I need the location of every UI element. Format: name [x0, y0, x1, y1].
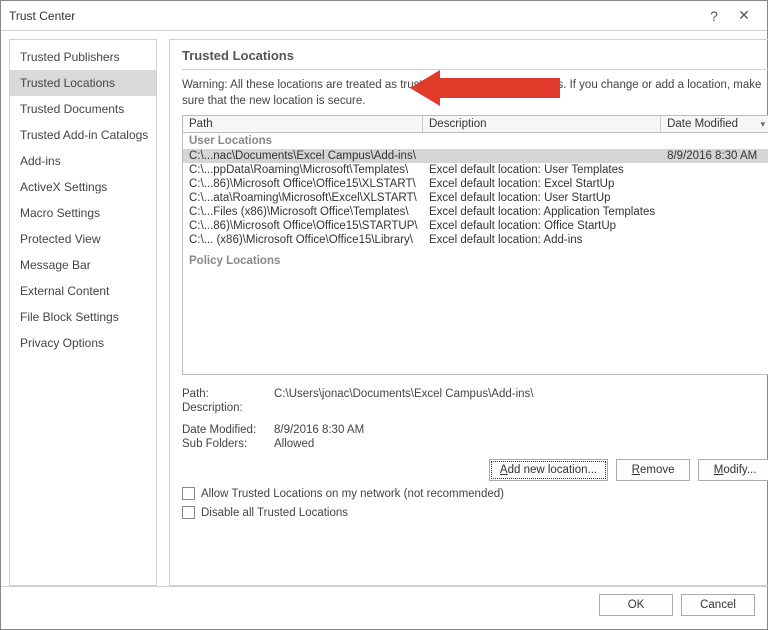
cell-path: C:\... (x86)\Microsoft Office\Office15\L…	[183, 233, 423, 247]
cell-path: C:\...ata\Roaming\Microsoft\Excel\XLSTAR…	[183, 191, 423, 205]
dialog-body: Trusted PublishersTrusted LocationsTrust…	[1, 31, 767, 586]
cell-description: Excel default location: Application Temp…	[423, 205, 661, 219]
help-button[interactable]: ?	[699, 4, 729, 28]
checkbox-icon[interactable]	[182, 506, 195, 519]
detail-label-description: Description:	[182, 402, 274, 414]
cell-description	[423, 149, 661, 163]
sort-indicator-icon: ▾	[761, 119, 766, 130]
table-row[interactable]: C:\...86)\Microsoft Office\Office15\STAR…	[183, 219, 768, 233]
sidebar-item[interactable]: Trusted Publishers	[10, 44, 156, 70]
table-row[interactable]: C:\...nac\Documents\Excel Campus\Add-ins…	[183, 149, 768, 163]
remove-button[interactable]: Remove	[616, 459, 690, 481]
table-row[interactable]: C:\...ppData\Roaming\Microsoft\Templates…	[183, 163, 768, 177]
col-header-date-label: Date Modified	[667, 118, 738, 130]
sidebar-item[interactable]: Add-ins	[10, 148, 156, 174]
add-new-location-button[interactable]: Add new location...	[489, 459, 608, 481]
window-title: Trust Center	[9, 9, 699, 23]
cell-path: C:\...Files (x86)\Microsoft Office\Templ…	[183, 205, 423, 219]
cell-path: C:\...nac\Documents\Excel Campus\Add-ins…	[183, 149, 423, 163]
sidebar: Trusted PublishersTrusted LocationsTrust…	[9, 39, 157, 586]
sidebar-item[interactable]: Macro Settings	[10, 200, 156, 226]
modify-button[interactable]: Modify...	[698, 459, 768, 481]
sidebar-item[interactable]: File Block Settings	[10, 304, 156, 330]
sidebar-item[interactable]: Message Bar	[10, 252, 156, 278]
warning-text: Warning: All these locations are treated…	[182, 78, 768, 109]
checkbox-label-disable: Disable all Trusted Locations	[201, 507, 348, 519]
sidebar-item[interactable]: Trusted Add-in Catalogs	[10, 122, 156, 148]
dialog-footer: OK Cancel	[1, 586, 767, 622]
sidebar-item[interactable]: Trusted Documents	[10, 96, 156, 122]
table-row[interactable]: C:\...ata\Roaming\Microsoft\Excel\XLSTAR…	[183, 191, 768, 205]
table-row[interactable]: C:\...86)\Microsoft Office\Office15\XLST…	[183, 177, 768, 191]
checkbox-allow-network[interactable]: Allow Trusted Locations on my network (n…	[182, 487, 768, 500]
group-user-locations: User Locations	[183, 133, 768, 149]
cell-date	[661, 191, 768, 205]
table-header: Path Description Date Modified ▾	[183, 116, 768, 133]
sidebar-item[interactable]: Trusted Locations	[10, 70, 156, 96]
action-buttons: Add new location... Remove Modify...	[182, 459, 768, 481]
detail-label-date: Date Modified:	[182, 424, 274, 436]
section-heading: Trusted Locations	[182, 48, 768, 70]
sidebar-item[interactable]: Protected View	[10, 226, 156, 252]
detail-label-subfolders: Sub Folders:	[182, 438, 274, 450]
locations-table[interactable]: Path Description Date Modified ▾ User Lo…	[182, 115, 768, 375]
ok-button[interactable]: OK	[599, 594, 673, 616]
cell-description: Excel default location: User Templates	[423, 163, 661, 177]
cell-date: 8/9/2016 8:30 AM	[661, 149, 768, 163]
col-header-description[interactable]: Description	[423, 116, 661, 132]
detail-value-path: C:\Users\jonac\Documents\Excel Campus\Ad…	[274, 388, 534, 400]
sidebar-item[interactable]: Privacy Options	[10, 330, 156, 356]
cell-description: Excel default location: Office StartUp	[423, 219, 661, 233]
sidebar-item[interactable]: External Content	[10, 278, 156, 304]
checkbox-disable-all[interactable]: Disable all Trusted Locations	[182, 506, 768, 519]
detail-label-path: Path:	[182, 388, 274, 400]
checkbox-icon[interactable]	[182, 487, 195, 500]
cell-description: Excel default location: Add-ins	[423, 233, 661, 247]
detail-value-subfolders: Allowed	[274, 438, 314, 450]
cell-date	[661, 205, 768, 219]
cell-date	[661, 219, 768, 233]
checkbox-label-network: Allow Trusted Locations on my network (n…	[201, 488, 504, 500]
title-bar: Trust Center ? ✕	[1, 1, 767, 31]
close-button[interactable]: ✕	[729, 4, 759, 28]
cell-path: C:\...86)\Microsoft Office\Office15\STAR…	[183, 219, 423, 233]
detail-value-date: 8/9/2016 8:30 AM	[274, 424, 364, 436]
details-panel: Path: C:\Users\jonac\Documents\Excel Cam…	[182, 387, 768, 451]
cancel-button[interactable]: Cancel	[681, 594, 755, 616]
col-header-date-modified[interactable]: Date Modified ▾	[661, 116, 768, 132]
cell-date	[661, 233, 768, 247]
table-row[interactable]: C:\...Files (x86)\Microsoft Office\Templ…	[183, 205, 768, 219]
cell-date	[661, 177, 768, 191]
sidebar-item[interactable]: ActiveX Settings	[10, 174, 156, 200]
cell-path: C:\...86)\Microsoft Office\Office15\XLST…	[183, 177, 423, 191]
cell-date	[661, 163, 768, 177]
cell-description: Excel default location: Excel StartUp	[423, 177, 661, 191]
content-panel: Trusted Locations Warning: All these loc…	[169, 39, 768, 586]
table-row[interactable]: C:\... (x86)\Microsoft Office\Office15\L…	[183, 233, 768, 247]
col-header-path[interactable]: Path	[183, 116, 423, 132]
cell-path: C:\...ppData\Roaming\Microsoft\Templates…	[183, 163, 423, 177]
cell-description: Excel default location: User StartUp	[423, 191, 661, 205]
group-policy-locations: Policy Locations	[183, 253, 768, 269]
